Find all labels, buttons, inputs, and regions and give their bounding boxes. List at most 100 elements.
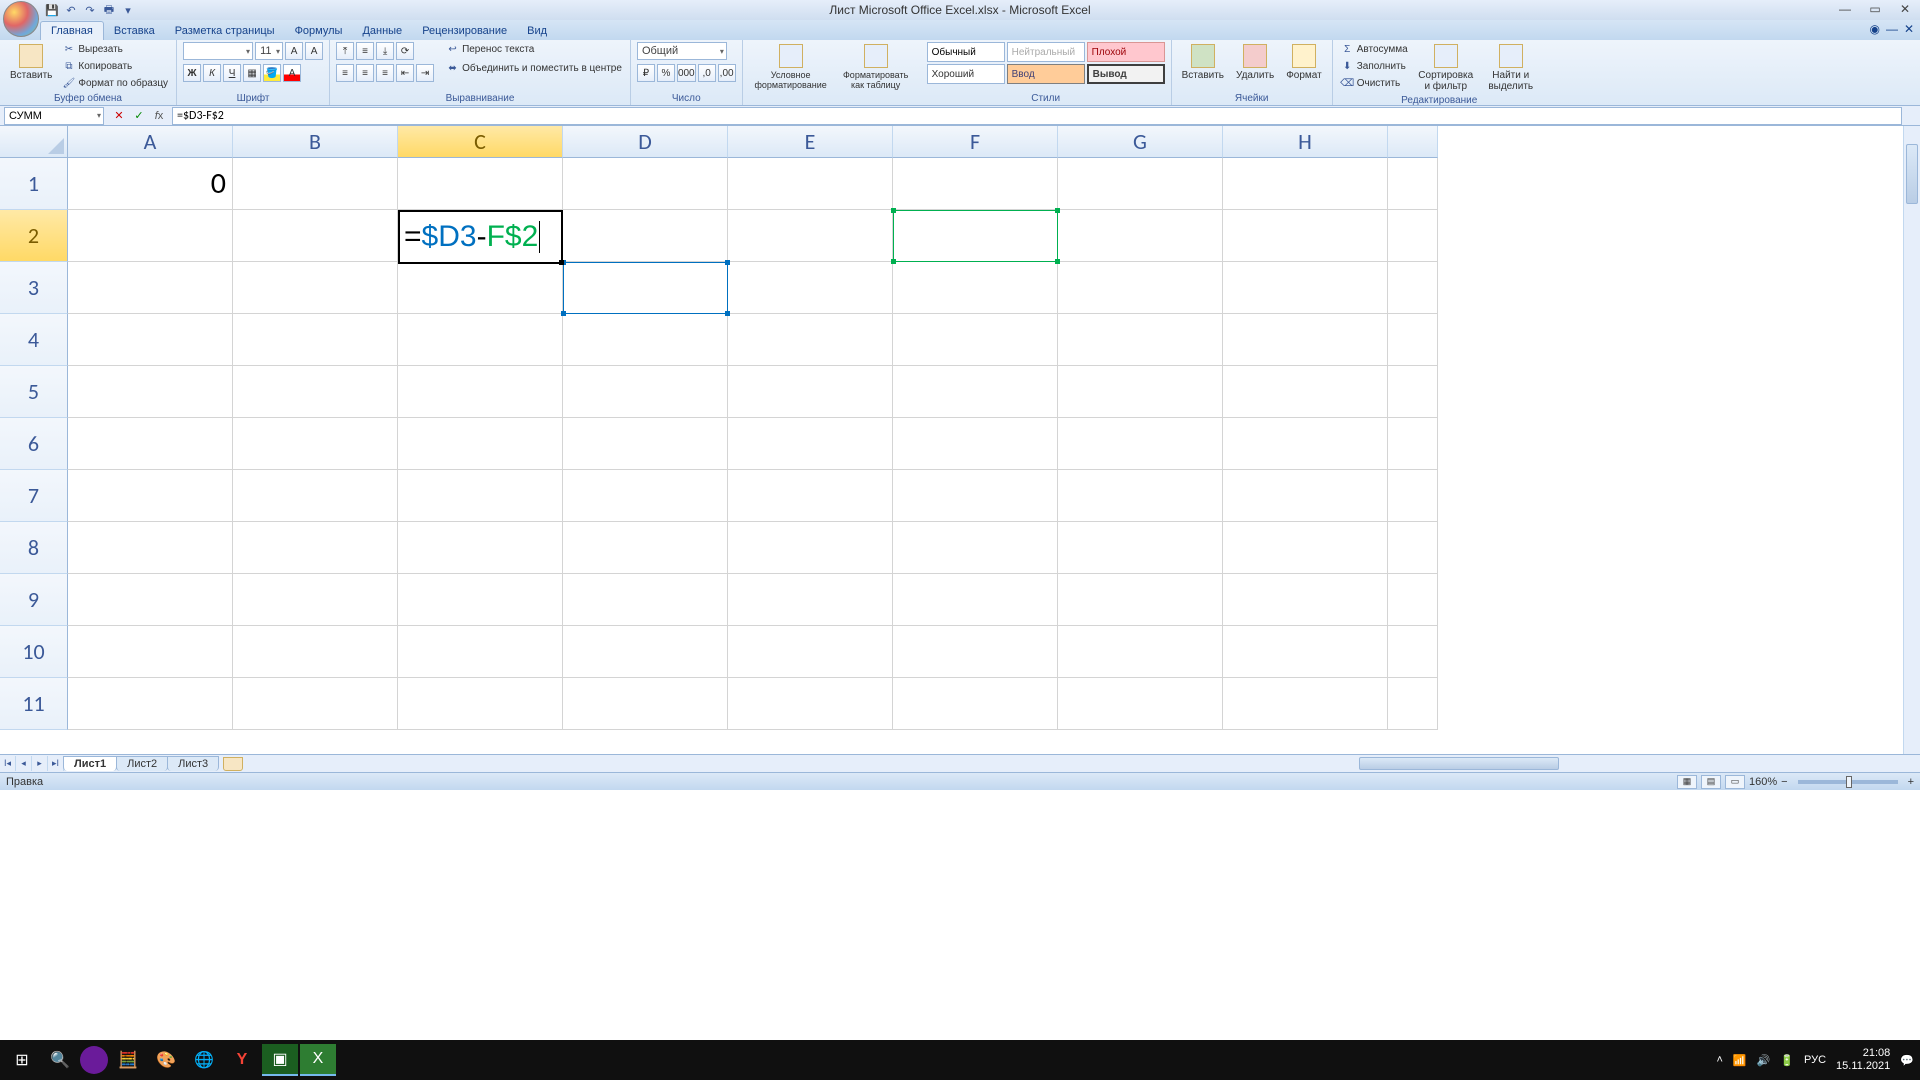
thousands-button[interactable]: 000	[677, 64, 696, 82]
cell[interactable]	[728, 626, 893, 678]
horizontal-scrollbar[interactable]	[1343, 756, 1903, 771]
tab-layout[interactable]: Разметка страницы	[165, 22, 285, 40]
cell[interactable]	[1058, 678, 1223, 730]
cell[interactable]	[1058, 366, 1223, 418]
row-header-5[interactable]: 5	[0, 366, 68, 418]
cell[interactable]	[1388, 314, 1438, 366]
taskbar-paint[interactable]: 🎨	[148, 1044, 184, 1076]
orientation-button[interactable]: ⟳	[396, 42, 414, 60]
cell-A1[interactable]: 0	[68, 158, 233, 210]
cell[interactable]	[728, 262, 893, 314]
tab-home[interactable]: Главная	[40, 21, 104, 40]
cell[interactable]	[1223, 210, 1388, 262]
cell-F1[interactable]	[893, 158, 1058, 210]
cell[interactable]	[398, 262, 563, 314]
font-name-combo[interactable]	[183, 42, 253, 60]
cell[interactable]	[68, 522, 233, 574]
tab-review[interactable]: Рецензирование	[412, 22, 517, 40]
wrap-text-button[interactable]: ↩Перенос текста	[444, 42, 624, 57]
style-input[interactable]: Ввод	[1007, 64, 1085, 84]
align-right-button[interactable]: ≡	[376, 64, 394, 82]
cell[interactable]	[728, 574, 893, 626]
cell[interactable]	[563, 574, 728, 626]
cell[interactable]	[893, 418, 1058, 470]
view-break-button[interactable]: ▭	[1725, 775, 1745, 789]
cell[interactable]	[1223, 522, 1388, 574]
cell[interactable]	[68, 418, 233, 470]
align-middle-button[interactable]: ≡	[356, 42, 374, 60]
cell[interactable]	[893, 470, 1058, 522]
undo-icon[interactable]: ↶	[63, 2, 79, 18]
cell[interactable]	[1388, 574, 1438, 626]
tab-view[interactable]: Вид	[517, 22, 557, 40]
align-top-button[interactable]: ⤒	[336, 42, 354, 60]
fill-button[interactable]: ⬇Заполнить	[1339, 59, 1410, 74]
bold-button[interactable]: Ж	[183, 64, 201, 82]
cell[interactable]	[398, 470, 563, 522]
tab-formulas[interactable]: Формулы	[285, 22, 353, 40]
cell[interactable]	[233, 314, 398, 366]
cell-E1[interactable]	[728, 158, 893, 210]
cell[interactable]	[1388, 366, 1438, 418]
col-header-C[interactable]: C	[398, 126, 563, 158]
cell[interactable]	[1388, 210, 1438, 262]
col-header-D[interactable]: D	[563, 126, 728, 158]
sheet-nav-next[interactable]: ▸	[32, 756, 48, 771]
cell[interactable]	[398, 522, 563, 574]
row-header-4[interactable]: 4	[0, 314, 68, 366]
col-header-F[interactable]: F	[893, 126, 1058, 158]
enter-formula-button[interactable]: ✓	[130, 108, 148, 124]
scroll-thumb[interactable]	[1359, 757, 1559, 770]
currency-button[interactable]: ₽	[637, 64, 655, 82]
formula-input[interactable]: =$D3-F$2	[172, 107, 1902, 125]
cell[interactable]	[398, 626, 563, 678]
cell[interactable]	[563, 262, 728, 314]
cell-D1[interactable]	[563, 158, 728, 210]
taskbar-pycharm[interactable]: ▣	[262, 1044, 298, 1076]
indent-dec-button[interactable]: ⇤	[396, 64, 414, 82]
cell[interactable]	[728, 210, 893, 262]
cell[interactable]	[233, 574, 398, 626]
cell[interactable]	[233, 366, 398, 418]
zoom-slider[interactable]	[1798, 780, 1898, 784]
cell[interactable]	[563, 366, 728, 418]
cut-button[interactable]: ✂Вырезать	[60, 42, 170, 57]
cell[interactable]	[1388, 678, 1438, 730]
cell[interactable]	[233, 418, 398, 470]
tray-wifi-icon[interactable]: 📶	[1733, 1054, 1747, 1067]
font-color-button[interactable]: A	[283, 64, 301, 82]
col-header-A[interactable]: A	[68, 126, 233, 158]
cell[interactable]	[1223, 262, 1388, 314]
cell[interactable]	[68, 314, 233, 366]
fx-button[interactable]: fx	[150, 108, 168, 124]
close-button[interactable]: ✕	[1894, 2, 1916, 16]
row-header-3[interactable]: 3	[0, 262, 68, 314]
vertical-scrollbar[interactable]	[1903, 126, 1920, 754]
style-bad[interactable]: Плохой	[1087, 42, 1165, 62]
zoom-knob[interactable]	[1846, 776, 1852, 788]
new-sheet-button[interactable]	[223, 757, 243, 771]
cell[interactable]	[233, 522, 398, 574]
redo-icon[interactable]: ↷	[82, 2, 98, 18]
format-painter-button[interactable]: 🖌Формат по образцу	[60, 76, 170, 91]
row-header-7[interactable]: 7	[0, 470, 68, 522]
format-cells-button[interactable]: Формат	[1282, 42, 1326, 83]
scroll-thumb[interactable]	[1906, 144, 1918, 204]
taskbar-chrome[interactable]: 🌐	[186, 1044, 222, 1076]
cell[interactable]	[233, 626, 398, 678]
cell[interactable]	[1223, 314, 1388, 366]
cell[interactable]	[728, 366, 893, 418]
cell[interactable]	[398, 678, 563, 730]
border-button[interactable]: ▦	[243, 64, 261, 82]
tray-language[interactable]: РУС	[1804, 1054, 1826, 1066]
number-format-combo[interactable]: Общий	[637, 42, 727, 60]
col-header-H[interactable]: H	[1223, 126, 1388, 158]
taskbar-excel[interactable]: X	[300, 1044, 336, 1076]
underline-button[interactable]: Ч	[223, 64, 241, 82]
col-header-G[interactable]: G	[1058, 126, 1223, 158]
merge-center-button[interactable]: ⬌Объединить и поместить в центре	[444, 61, 624, 76]
sort-filter-button[interactable]: Сортировка и фильтр	[1414, 42, 1478, 94]
tray-volume-icon[interactable]: 🔊	[1757, 1054, 1771, 1067]
cell-G1[interactable]	[1058, 158, 1223, 210]
tray-battery-icon[interactable]: 🔋	[1780, 1054, 1794, 1067]
